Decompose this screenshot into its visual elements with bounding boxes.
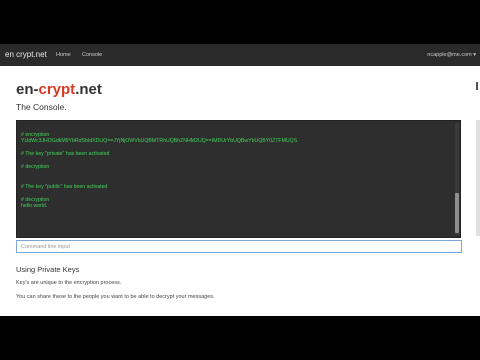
navbar-brand[interactable]: en crypt.net — [5, 50, 47, 59]
info-paragraph-2: You can share these to the people you wa… — [16, 294, 215, 300]
console-scrollbar[interactable] — [455, 123, 459, 235]
title-part-crypt: crypt — [38, 81, 76, 98]
page-subtitle: The Console. — [16, 102, 67, 112]
console-scroll-thumb[interactable] — [455, 193, 459, 233]
console-output[interactable]: # encryption YUdWc3JHOGdkM9YbRdSbIdXDUQ==… — [16, 120, 461, 238]
nav-link-console[interactable]: Console — [82, 52, 102, 58]
user-menu[interactable]: ncapple@me.com ▾ — [427, 52, 476, 58]
info-paragraph-1: Key's are unique to the encryption proce… — [16, 280, 122, 286]
side-panel-handle[interactable] — [476, 82, 478, 90]
section-heading-private-keys: Using Private Keys — [16, 265, 80, 274]
nav-link-home[interactable]: Home — [56, 52, 71, 58]
command-line-input[interactable] — [16, 240, 462, 253]
main-content: en-crypt.net The Console. # encryption YU… — [0, 66, 480, 316]
right-gutter — [476, 120, 480, 236]
console-line: hello world. — [21, 203, 48, 209]
top-navbar: en crypt.net Home Console ncapple@me.com… — [0, 44, 480, 66]
title-part-net: .net — [75, 81, 102, 98]
page-title: en-crypt.net — [16, 81, 102, 98]
title-part-en: en- — [16, 81, 39, 98]
browser-frame: en crypt.net Home Console ncapple@me.com… — [0, 44, 480, 316]
console-lines: # encryption YUdWc3JHOGdkM9YbRdSbIdXDUQ==… — [21, 125, 450, 210]
